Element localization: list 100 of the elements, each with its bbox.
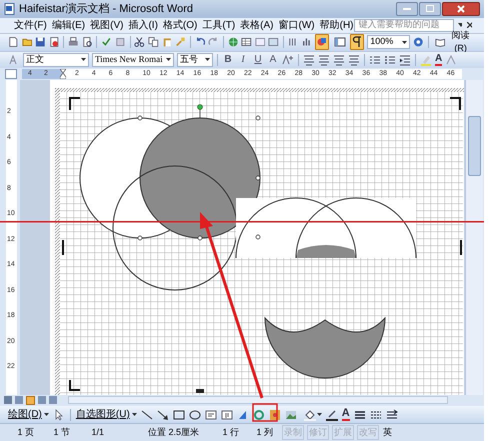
folder-icon[interactable] — [22, 36, 32, 48]
spelling-icon[interactable] — [101, 36, 112, 48]
selection-handle[interactable] — [138, 236, 142, 240]
menu-button[interactable]: 绘图(D) — [8, 407, 49, 422]
diagram-icon[interactable] — [252, 408, 265, 421]
font-color-button[interactable]: A — [435, 54, 442, 66]
toolbar-toggle[interactable] — [350, 34, 364, 50]
align-right-icon[interactable] — [333, 54, 345, 66]
document-icon — [4, 2, 15, 15]
maximize-button[interactable] — [419, 2, 441, 16]
printer-icon[interactable] — [68, 36, 79, 48]
grow-font-icon[interactable] — [282, 54, 294, 66]
rotation-handle[interactable] — [197, 104, 203, 118]
table-icon[interactable] — [241, 36, 252, 48]
bars-icon[interactable] — [302, 36, 312, 48]
style-dropdown[interactable]: 正文 — [23, 52, 89, 67]
field-value: Times New Romai — [95, 53, 163, 66]
menu-item[interactable]: 文件(F) — [14, 18, 47, 33]
close-icon — [457, 4, 465, 13]
dropdown-arrow-icon — [132, 413, 137, 416]
zoom-value: 100% — [370, 35, 394, 48]
help-icon[interactable] — [413, 36, 424, 48]
window-title: Haifeistar演示文档 - Microsoft Word — [19, 2, 193, 17]
dropdown-arrow-icon — [205, 58, 210, 62]
globe-icon[interactable] — [228, 36, 238, 48]
bulleted-list-icon[interactable] — [384, 54, 396, 66]
vertical-text-box-icon[interactable] — [220, 408, 233, 421]
menu-button[interactable]: 自选图形(U) — [76, 407, 137, 422]
pointer-icon[interactable] — [52, 408, 65, 421]
status-field: 位置 2.5厘米 — [110, 426, 205, 440]
ellipse-icon[interactable] — [188, 408, 201, 421]
status-field: 1 列 — [245, 426, 279, 440]
clipboard-icon[interactable] — [162, 36, 172, 48]
field-value: 五号 — [180, 53, 198, 66]
anchor-mark — [196, 389, 204, 393]
minimize-icon — [403, 7, 411, 10]
arrow-icon[interactable] — [156, 408, 169, 421]
status-field: 1 节 — [40, 426, 76, 440]
align-left-icon[interactable] — [303, 54, 315, 66]
font-color-button[interactable]: A — [342, 408, 350, 422]
dropdown-arrow-icon — [81, 58, 86, 62]
selection-handle[interactable] — [256, 176, 260, 180]
field-value: 正文 — [26, 53, 44, 66]
dropdown-arrow-icon — [44, 413, 49, 416]
fill-color-button[interactable] — [304, 408, 322, 421]
selection-handle[interactable] — [138, 116, 142, 120]
tab-stop-selector[interactable] — [5, 69, 17, 80]
scroll-thumb[interactable] — [468, 116, 481, 176]
arrow-style-icon[interactable] — [386, 408, 398, 421]
maximize-icon — [426, 5, 434, 12]
vertical-scrollbar[interactable] — [465, 80, 483, 395]
print-preview-icon[interactable] — [82, 36, 92, 48]
ruler-margin — [22, 69, 62, 80]
font-size-dropdown[interactable]: 五号 — [177, 52, 213, 67]
format-button[interactable]: B — [222, 52, 234, 68]
scissors-icon[interactable] — [134, 36, 145, 48]
status-field: 1 行 — [205, 426, 245, 440]
close-icon[interactable] — [467, 22, 472, 28]
close-button[interactable] — [442, 2, 480, 16]
numbered-list-icon[interactable] — [369, 54, 381, 66]
wordart-icon[interactable] — [236, 408, 249, 421]
status-field: 1/1 — [76, 426, 110, 440]
menu-item[interactable]: 视图(V) — [90, 18, 124, 33]
line-color-icon[interactable] — [326, 408, 338, 421]
format-button[interactable]: I — [237, 52, 249, 68]
rectangle-icon[interactable] — [172, 408, 185, 421]
font-dropdown[interactable]: Times New Romai — [92, 52, 174, 67]
align-center-icon[interactable] — [318, 54, 330, 66]
toolbar-toggle[interactable] — [315, 34, 330, 50]
menu-item[interactable]: 表格(A) — [240, 18, 274, 33]
horizontal-scrollbar[interactable] — [68, 396, 448, 404]
copy-icon[interactable] — [148, 36, 159, 48]
image-icon[interactable] — [284, 408, 297, 421]
format-button[interactable]: U — [252, 52, 264, 68]
menu-item[interactable]: 窗口(W) — [278, 18, 315, 33]
status-field: 1 页 — [0, 426, 40, 440]
selection-handle[interactable] — [198, 236, 202, 240]
menu-item[interactable]: 帮助(H) — [320, 18, 354, 33]
line-icon[interactable] — [140, 408, 153, 421]
menu-item[interactable]: 工具(T) — [202, 18, 236, 33]
text-box-icon[interactable] — [204, 408, 217, 421]
new-document-icon[interactable] — [8, 36, 19, 48]
shapes-icon — [316, 36, 328, 48]
dash-style-icon[interactable] — [370, 408, 382, 421]
justify-icon[interactable] — [348, 54, 360, 66]
menu-item[interactable]: 编辑(E) — [52, 18, 86, 33]
menu-item[interactable]: 格式(O) — [162, 18, 198, 33]
zoom-dropdown[interactable]: 100% — [367, 35, 410, 50]
dropdown-arrow-icon — [316, 413, 322, 416]
minimize-button[interactable] — [396, 2, 418, 16]
help-search-field[interactable]: 键入需要帮助的问题 — [354, 18, 454, 32]
menu-item[interactable]: 插入(I) — [128, 18, 158, 33]
indent-icon[interactable] — [399, 54, 411, 66]
format-button[interactable]: A — [267, 52, 279, 68]
line-style-icon[interactable] — [354, 408, 366, 421]
selection-handle[interactable] — [256, 116, 260, 120]
indent-marker-icon[interactable] — [60, 69, 66, 80]
dropdown-arrow-icon[interactable] — [458, 23, 462, 28]
save-icon[interactable] — [35, 36, 46, 48]
book-icon — [434, 36, 446, 48]
